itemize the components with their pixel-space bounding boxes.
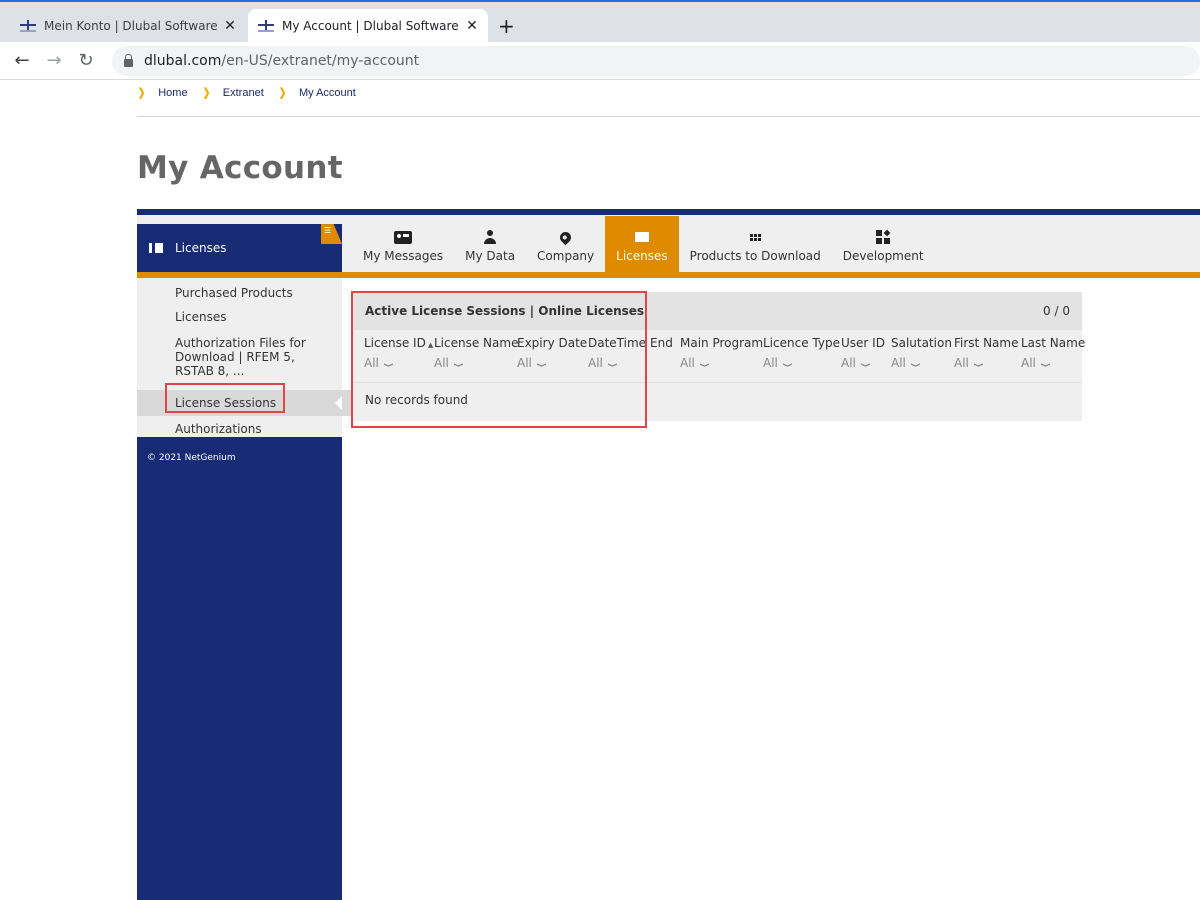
sidebar-item-authorization-files[interactable]: Authorization Files for Download | RFEM …: [137, 336, 327, 390]
list-icon: ☰: [324, 226, 332, 235]
tab-label: Company: [537, 249, 595, 263]
chevron-down-icon: ❯: [1039, 362, 1050, 368]
page-title: My Account: [137, 150, 343, 186]
chevron-right-icon: ❯: [278, 87, 287, 99]
highlight-box-grid: [351, 291, 647, 428]
map-pin-icon: [557, 229, 574, 245]
close-tab-icon[interactable]: ✕: [220, 18, 240, 34]
chevron-right-icon: ❯: [137, 87, 146, 99]
filter-dropdown[interactable]: All ❯: [891, 356, 952, 370]
back-button[interactable]: ←: [6, 50, 38, 71]
url-path: /en-US/extranet/my-account: [221, 52, 420, 69]
tab-label: My Messages: [363, 249, 444, 263]
breadcrumb-home[interactable]: ❯ Home: [137, 86, 202, 100]
copyright: © 2021 NetGenium: [147, 453, 236, 463]
address-bar: ← → ↻ dlubal.com/en-US/extranet/my-accou…: [0, 42, 1200, 80]
column-user-id[interactable]: User ID All ❯: [841, 336, 885, 370]
tab-my-messages[interactable]: My Messages: [352, 216, 454, 272]
lock-icon: [124, 53, 133, 67]
main-tabs: My Messages My Data Company Licenses Pro…: [352, 216, 935, 272]
filter-dropdown[interactable]: All ❯: [1021, 356, 1085, 370]
tab-label: Licenses: [616, 249, 668, 263]
highlight-box-sidebar: [165, 383, 285, 413]
forward-button[interactable]: →: [38, 50, 70, 71]
sidebar-section-header: Licenses: [137, 224, 342, 272]
chevron-down-icon: ❯: [972, 362, 983, 368]
tab-company[interactable]: Company: [526, 216, 605, 272]
filter-dropdown[interactable]: All ❯: [763, 356, 840, 370]
sidebar-menu: Purchased Products Licenses Authorizatio…: [137, 278, 352, 437]
browser-tab-mein-konto[interactable]: Mein Konto | Dlubal Software ✕: [0, 9, 246, 42]
grid-pager: 0 / 0: [1043, 304, 1070, 318]
close-tab-icon[interactable]: ✕: [462, 18, 482, 34]
browser-tab-bar: Mein Konto | Dlubal Software ✕ My Accoun…: [0, 2, 1200, 42]
filter-dropdown[interactable]: All ❯: [954, 356, 1018, 370]
url-host: dlubal.com: [144, 52, 222, 69]
column-salutation[interactable]: Salutation All ❯: [891, 336, 952, 370]
tab-development[interactable]: Development: [832, 216, 935, 272]
tab-label: Development: [842, 249, 924, 263]
tab-my-data[interactable]: My Data: [454, 216, 526, 272]
chevron-down-icon: ❯: [698, 362, 709, 368]
license-icon: [149, 243, 163, 253]
tab-title: My Account | Dlubal Software: [282, 18, 459, 33]
browser-tab-my-account[interactable]: My Account | Dlubal Software ✕: [248, 9, 488, 42]
sidebar-item-purchased-products[interactable]: Purchased Products: [137, 284, 342, 310]
tab-licenses[interactable]: Licenses: [605, 216, 679, 272]
breadcrumb-my-account[interactable]: ❯ My Account: [278, 86, 370, 100]
url-input[interactable]: dlubal.com/en-US/extranet/my-account: [112, 45, 1200, 76]
chevron-down-icon: ❯: [781, 362, 792, 368]
chevron-right-icon: ❯: [202, 87, 210, 99]
chevron-down-icon: ❯: [859, 362, 870, 368]
column-first-name[interactable]: First Name All ❯: [954, 336, 1018, 370]
dlubal-favicon-icon: [20, 19, 36, 32]
message-card-icon: [394, 229, 413, 245]
development-icon: [876, 229, 891, 245]
breadcrumb: ❯ Home ❯ Extranet ❯ My Account: [137, 86, 1200, 117]
tab-title: Mein Konto | Dlubal Software: [44, 18, 218, 33]
reload-button[interactable]: ↻: [70, 50, 102, 71]
sidebar-item-licenses[interactable]: Licenses: [137, 310, 342, 336]
grid-icon: [749, 229, 761, 245]
sidebar-item-authorizations[interactable]: Authorizations: [137, 416, 342, 436]
tab-label: Products to Download: [689, 249, 821, 263]
breadcrumb-extranet[interactable]: ❯ Extranet: [202, 86, 278, 100]
sidebar-section-title: Licenses: [175, 241, 227, 255]
user-icon: [484, 229, 497, 245]
new-tab-button[interactable]: +: [498, 14, 515, 38]
tab-products-to-download[interactable]: Products to Download: [679, 216, 832, 272]
chevron-down-icon: ❯: [909, 362, 920, 368]
license-icon: [634, 229, 649, 245]
column-last-name[interactable]: Last Name All ❯: [1021, 336, 1085, 370]
filter-dropdown[interactable]: All ❯: [841, 356, 885, 370]
filter-dropdown[interactable]: All ❯: [680, 356, 763, 370]
column-licence-type[interactable]: Licence Type All ❯: [763, 336, 840, 370]
column-main-program[interactable]: Main Program All ❯: [680, 336, 763, 370]
tab-label: My Data: [465, 249, 516, 263]
column-end[interactable]: End: [650, 336, 673, 350]
dlubal-favicon-icon: [258, 19, 274, 32]
